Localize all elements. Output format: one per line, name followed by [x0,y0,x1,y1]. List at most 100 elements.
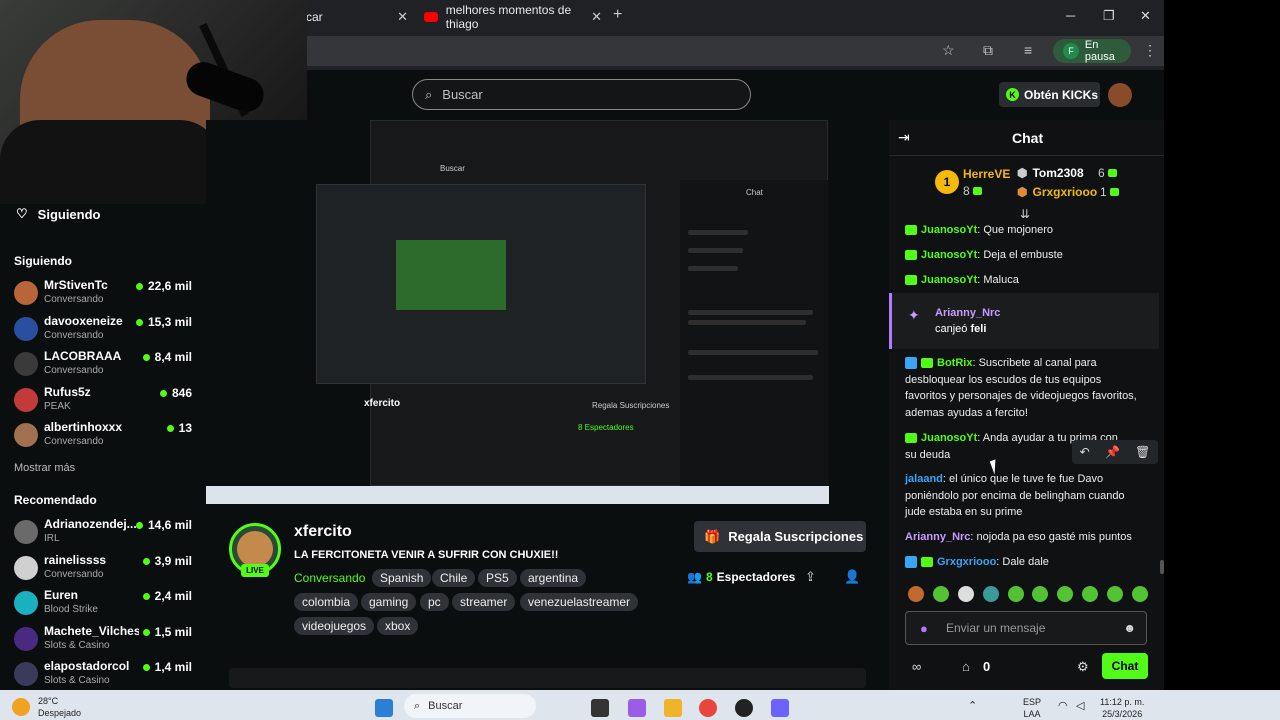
show-more-link[interactable]: Mostrar más [14,462,75,474]
tag[interactable]: colombia [294,593,359,611]
search-input[interactable]: ⌕ Buscar [412,79,751,110]
delete-icon[interactable]: 🗑 [1135,445,1150,459]
chat-username[interactable]: BotRix [937,357,972,369]
emote-icon[interactable] [1007,586,1024,602]
copilot-icon[interactable] [628,699,646,717]
tag[interactable]: streamer [452,593,516,611]
chrome-icon[interactable] [699,699,717,717]
sidebar-channel[interactable]: albertinhoxxx Conversando 13 [14,420,196,452]
channel-points-icon[interactable]: ∞ [912,659,921,674]
close-tab-icon[interactable]: ✕ [397,9,408,25]
chat-username[interactable]: JuanosoYt [921,432,977,444]
tag[interactable]: venezuelastreamer [520,593,639,611]
emote-icon[interactable] [1107,586,1123,602]
settings-gear-icon[interactable]: ⚙ [1077,659,1089,675]
sidebar-channel[interactable]: Adrianozendej... IRL 14,6 mil [14,517,196,549]
task-view-icon[interactable] [591,699,609,717]
wifi-icon[interactable]: ◠ [1058,699,1068,712]
sidebar-channel[interactable]: MrStivenTc Conversando 22,6 mil [14,278,196,310]
close-tab-icon[interactable]: ✕ [591,9,602,25]
minimize-icon[interactable]: ─ [1066,8,1075,23]
sidebar-channel[interactable]: elapostadorcol Slots & Casino 1,4 mil [14,659,196,691]
address-bar[interactable] [306,36,1164,66]
emote-icon[interactable] [908,586,924,602]
new-tab-icon[interactable]: + [613,6,622,24]
get-kicks-button[interactable]: K Obtén KICKs [999,82,1100,107]
obs-icon[interactable] [735,699,753,717]
emote-icon[interactable] [957,586,974,602]
tray-overflow-icon[interactable]: ⌃ [968,699,977,712]
close-window-icon[interactable]: ✕ [1140,8,1151,24]
microphone-icon[interactable]: ● [920,621,928,636]
sidebar-channel[interactable]: Machete_Vilches Slots & Casino 1,5 mil [14,624,196,656]
chat-input[interactable]: ● Enviar un mensaje ☻ [905,611,1147,645]
sidebar-channel[interactable]: LACOBRAAA Conversando 8,4 mil [14,349,196,381]
tag[interactable]: pc [420,593,449,611]
reply-icon[interactable]: ↶ [1080,445,1090,459]
emote-icon[interactable] [1032,586,1049,602]
pin-icon[interactable]: 📌 [1105,445,1120,459]
app-icon[interactable] [771,699,789,717]
leaderboard-first[interactable]: HerreVE [963,167,1010,181]
expand-leaderboard-icon[interactable]: ⇊ [1020,207,1030,221]
emoji-icon[interactable]: ☻ [1123,621,1136,635]
leaderboard-third[interactable]: ⬢ Grxgxriooo [1017,185,1097,199]
sidebar-channel[interactable]: davooxeneize Conversando 15,3 mil [14,314,196,346]
volume-icon[interactable]: ◁ [1076,699,1084,712]
windows-start-icon[interactable] [375,699,393,717]
emote-icon[interactable] [1131,586,1148,602]
emote-icon[interactable] [932,586,949,602]
store-icon[interactable]: ⌂ [962,659,970,674]
sidebar-channel[interactable]: rainelissss Conversando 3,9 mil [14,553,196,585]
browser-tab[interactable]: car ✕ [306,6,410,28]
reading-list-icon[interactable]: ≡ [1024,42,1032,58]
sidebar-channel[interactable]: Rufus5z PEAK 846 [14,385,196,417]
maximize-icon[interactable]: ❐ [1103,8,1115,24]
share-icon[interactable]: ⇪ [805,569,816,585]
captured-chat-line [688,266,738,271]
profile-button[interactable]: F En pausa [1053,39,1131,63]
send-chat-button[interactable]: Chat [1102,653,1148,679]
taskbar-search[interactable]: ⌕ Buscar [404,694,536,718]
gift-icon: 🎁 [704,528,721,544]
avatar [14,627,38,651]
stream-category[interactable]: Conversando [294,571,365,585]
tag[interactable]: Spanish [372,569,432,587]
file-explorer-icon[interactable] [664,699,682,717]
tag[interactable]: PS5 [478,569,517,587]
channel-name[interactable]: xfercito [294,523,352,541]
captured-chat-line [688,320,806,325]
user-avatar[interactable] [1108,83,1132,107]
sub-badge-icon [905,225,917,236]
collapse-chat-icon[interactable]: ⇥ [898,129,910,146]
extensions-icon[interactable]: ⧉ [983,42,993,59]
bookmark-star-icon[interactable]: ☆ [942,42,955,59]
chat-username[interactable]: jalaand [905,473,943,485]
emote-icon[interactable] [1082,586,1099,602]
weather-widget[interactable]: 28°C Despejado [12,695,81,719]
chat-username[interactable]: JuanosoYt [921,274,977,286]
redeem-username[interactable]: Arianny_Nrc [935,307,1000,319]
avatar [14,591,38,615]
chat-username[interactable]: Arianny_Nrc [905,531,970,543]
video-player[interactable]: Buscar Chat xfercito Regala Suscripcione… [206,120,829,504]
chat-username[interactable]: JuanosoYt [921,249,977,261]
tag[interactable]: xbox [377,617,419,635]
follow-icon[interactable]: 👤 [844,569,860,585]
chat-username[interactable]: Grxgxriooo [937,556,996,568]
gift-subscriptions-button[interactable]: 🎁 Regala Suscripciones [694,521,866,552]
clock[interactable]: 11:12 p. m. 25/3/2026 [1100,696,1144,720]
browser-menu-icon[interactable]: ⋮ [1143,42,1157,59]
chat-username[interactable]: JuanosoYt [921,224,977,236]
emote-icon[interactable] [1057,586,1074,602]
tag[interactable]: videojuegos [294,617,375,635]
tag[interactable]: argentina [520,569,587,587]
following-header[interactable]: ♡ Siguiendo [16,206,101,222]
emote-icon[interactable] [982,586,999,602]
leaderboard-second[interactable]: ⬢ Tom2308 [1017,166,1084,180]
tag[interactable]: gaming [361,593,417,611]
sidebar-channel[interactable]: Euren Blood Strike 2,4 mil [14,588,196,620]
browser-tab-active[interactable]: melhores momentos de thiago ✕ [414,3,604,31]
tag[interactable]: Chile [432,569,476,587]
language-indicator[interactable]: ESP LAA [1023,696,1041,720]
